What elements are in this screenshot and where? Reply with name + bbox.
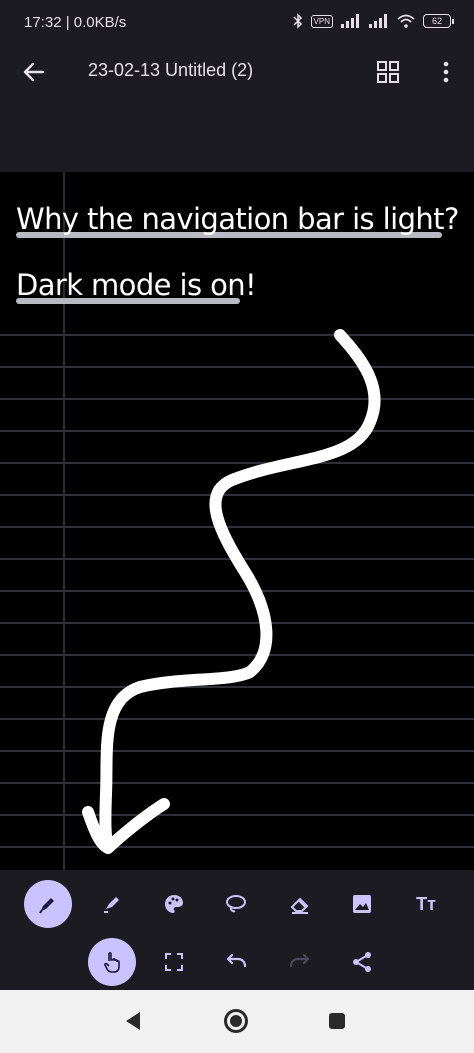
bluetooth-icon — [293, 13, 302, 29]
arrow-stroke — [82, 329, 381, 854]
note-canvas[interactable]: Why the navigation bar is light? Dark mo… — [0, 172, 474, 870]
nav-home-icon — [224, 1009, 248, 1033]
redo-button[interactable] — [276, 938, 324, 986]
share-button[interactable] — [338, 938, 386, 986]
system-navigation-bar — [0, 990, 474, 1053]
signal-icon — [369, 14, 387, 28]
touch-icon — [104, 952, 120, 973]
text-tool-button[interactable]: Tт — [402, 880, 450, 928]
image-icon — [353, 895, 371, 913]
app-bar: 23-02-13 Untitled (2) — [0, 46, 474, 172]
select-frame-button[interactable] — [150, 938, 198, 986]
nav-back-icon — [126, 1012, 140, 1030]
pen-icon — [39, 898, 54, 914]
nav-recents-icon — [329, 1013, 345, 1029]
document-title[interactable]: 23-02-13 Untitled (2) — [88, 60, 253, 81]
signal-icon — [341, 14, 359, 28]
nav-back-button[interactable] — [116, 1004, 150, 1038]
battery-level: 62 — [423, 14, 451, 28]
nav-recents-button[interactable] — [320, 1004, 354, 1038]
eraser-icon — [290, 897, 309, 914]
drawing-toolbar: Tт — [0, 870, 474, 990]
share-icon — [353, 952, 371, 972]
grid-view-icon — [377, 61, 399, 83]
vpn-icon: VPN — [310, 14, 333, 28]
color-palette-button[interactable] — [150, 880, 198, 928]
lasso-icon — [226, 895, 246, 913]
nav-home-button[interactable] — [219, 1004, 253, 1038]
eraser-tool-button[interactable] — [276, 880, 324, 928]
select-frame-icon — [165, 953, 183, 971]
more-vert-icon — [443, 61, 449, 83]
grid-view-button[interactable] — [370, 54, 406, 90]
palette-icon — [165, 895, 183, 913]
image-insert-button[interactable] — [338, 880, 386, 928]
undo-button[interactable] — [212, 938, 260, 986]
highlighter-icon — [104, 897, 119, 913]
pen-tool-button[interactable] — [24, 880, 72, 928]
status-time: 17:32 | 0.0KB/s — [24, 14, 127, 31]
status-bar: 17:32 | 0.0KB/s VPN 62 — [0, 0, 474, 46]
text-icon: Tт — [416, 893, 436, 914]
touch-mode-button[interactable] — [88, 938, 136, 986]
redo-icon — [289, 953, 310, 968]
back-button[interactable] — [16, 54, 52, 90]
battery-icon: 62 — [423, 14, 454, 28]
highlighter-tool-button[interactable] — [88, 880, 136, 928]
lasso-tool-button[interactable] — [212, 880, 260, 928]
wifi-icon — [397, 14, 415, 28]
more-options-button[interactable] — [428, 54, 464, 90]
back-arrow-icon — [23, 62, 45, 82]
undo-icon — [226, 953, 247, 968]
status-icons: VPN 62 — [293, 13, 454, 29]
